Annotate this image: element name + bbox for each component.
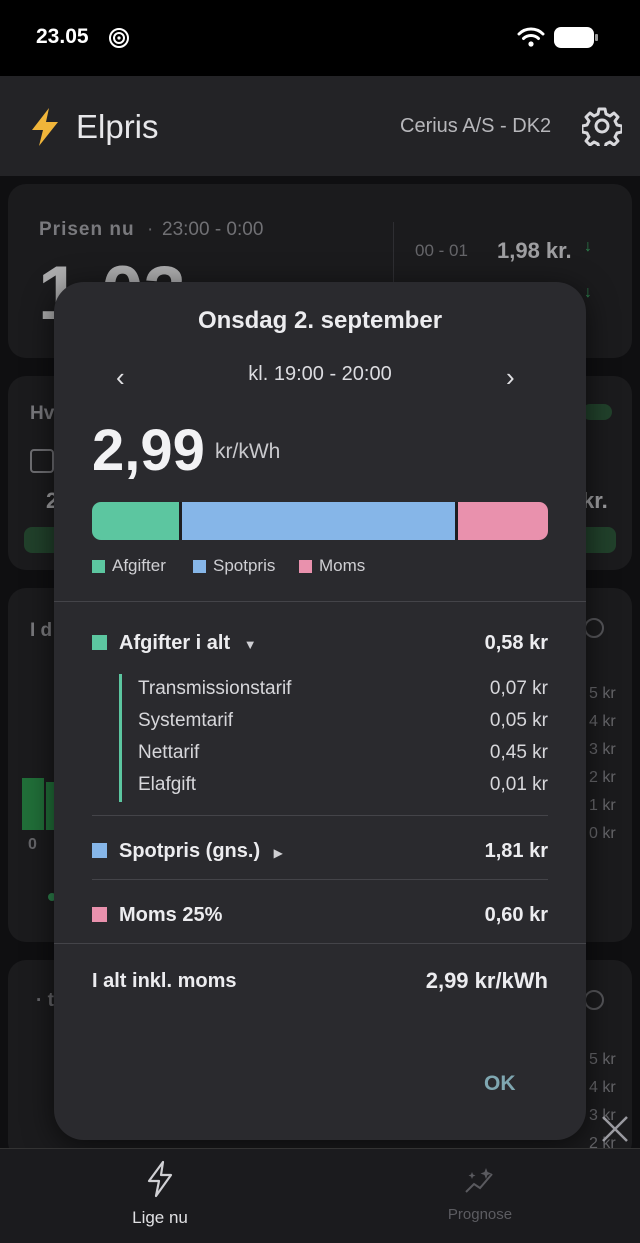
divider bbox=[92, 815, 548, 816]
divider bbox=[54, 601, 586, 602]
price-unit: kr/kWh bbox=[215, 440, 281, 463]
close-icon[interactable] bbox=[600, 1114, 630, 1144]
legend-moms: Moms bbox=[299, 556, 365, 576]
next-hour-chevron-icon[interactable]: › bbox=[506, 362, 515, 393]
bar-segment-afgifter bbox=[92, 502, 180, 540]
legend-afgifter: Afgifter bbox=[92, 556, 166, 576]
tariff-value: 0,05 kr bbox=[489, 710, 548, 731]
total-label: I alt inkl. moms bbox=[92, 970, 237, 992]
hour-price: 2,99 bbox=[92, 418, 205, 483]
legend-label: Moms bbox=[319, 556, 366, 575]
legend-swatch bbox=[193, 559, 206, 573]
lightning-logo-icon bbox=[32, 108, 58, 146]
afgifter-label: Afgifter i alt bbox=[119, 632, 231, 654]
spotpris-toggle[interactable]: Spotpris (gns.) ▶ bbox=[119, 840, 283, 863]
tariff-label: Elafgift bbox=[138, 774, 197, 795]
wifi-icon bbox=[517, 27, 545, 47]
spotpris-swatch bbox=[92, 843, 107, 858]
tariff-label: Systemtarif bbox=[138, 710, 234, 731]
tariff-label: Nettarif bbox=[138, 742, 200, 763]
app-title: Elpris bbox=[76, 108, 159, 145]
afgifter-swatch bbox=[92, 635, 107, 650]
bar-segment-spotpris bbox=[182, 502, 455, 540]
tab-label: Lige nu bbox=[132, 1208, 188, 1227]
afgifter-value: 0,58 kr bbox=[484, 632, 548, 654]
afgifter-group-line bbox=[119, 674, 122, 802]
grid-region[interactable]: Cerius A/S - DK2 bbox=[400, 115, 551, 138]
moms-value: 0,60 kr bbox=[484, 904, 548, 926]
spotpris-value: 1,81 kr bbox=[484, 840, 548, 862]
status-time: 23.05 bbox=[36, 25, 89, 48]
tariff-value: 0,01 kr bbox=[489, 774, 548, 795]
legend-label: Afgifter bbox=[112, 556, 166, 575]
afgifter-toggle[interactable]: Afgifter i alt ▼ bbox=[119, 632, 257, 655]
caret-down-icon: ▼ bbox=[243, 637, 257, 652]
tab-prognose[interactable]: Prognose bbox=[420, 1158, 540, 1238]
hotspot-icon bbox=[109, 28, 129, 48]
legend-swatch bbox=[92, 559, 105, 573]
bar-segment-moms bbox=[457, 502, 548, 540]
price-breakdown-bar bbox=[92, 502, 548, 540]
tab-label: Prognose bbox=[447, 1206, 513, 1223]
legend-spotpris: Spotpris bbox=[193, 556, 275, 576]
battery-icon bbox=[554, 27, 594, 48]
battery-tip bbox=[595, 34, 598, 41]
dialog-title: Onsdag 2. september bbox=[197, 307, 443, 334]
tariff-label: Transmissionstarif bbox=[138, 678, 292, 699]
divider bbox=[92, 879, 548, 880]
moms-swatch bbox=[92, 907, 107, 922]
price-breakdown-dialog: Onsdag 2. september ‹ kl. 19:00 - 20:00 … bbox=[54, 282, 586, 1140]
spotpris-label: Spotpris (gns.) bbox=[119, 840, 261, 862]
tab-lige-nu[interactable]: Lige nu bbox=[100, 1158, 220, 1238]
legend-swatch bbox=[299, 559, 312, 573]
tariff-value: 0,45 kr bbox=[489, 742, 548, 763]
sparkle-icon bbox=[465, 1168, 493, 1193]
tariff-value: 0,07 kr bbox=[489, 678, 548, 699]
ok-button[interactable]: OK bbox=[484, 1072, 516, 1096]
moms-label: Moms 25% bbox=[119, 904, 223, 926]
settings-gear-icon[interactable] bbox=[582, 106, 622, 146]
divider bbox=[54, 943, 586, 944]
legend-label: Spotpris bbox=[213, 556, 276, 575]
caret-right-icon: ▶ bbox=[273, 846, 283, 860]
bottom-navigation bbox=[0, 1148, 640, 1243]
lightning-icon bbox=[147, 1160, 173, 1198]
total-value: 2,99 kr/kWh bbox=[425, 968, 548, 993]
